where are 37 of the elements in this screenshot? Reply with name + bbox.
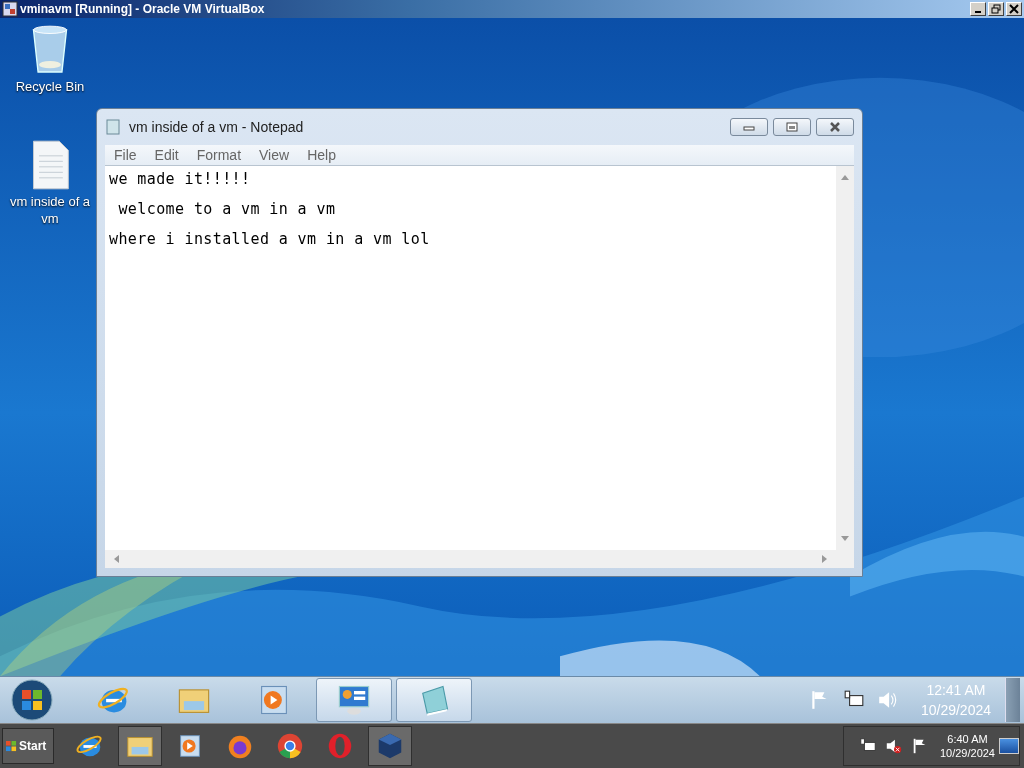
text-line: we made it!!!!! — [108, 168, 251, 190]
window-title: vminavm [Running] - Oracle VM VirtualBox — [20, 1, 265, 16]
restore-icon — [991, 3, 1001, 14]
close-icon — [829, 121, 841, 132]
text-line: where i installed a vm in a vm lol — [108, 228, 430, 250]
menu-item[interactable]: File — [105, 146, 146, 163]
restore-button[interactable] — [988, 1, 1004, 16]
minimize-icon — [975, 10, 981, 13]
menu-item[interactable]: Format — [187, 146, 251, 163]
muted-speaker-icon[interactable] — [884, 737, 903, 756]
menu-item[interactable]: View — [250, 146, 299, 163]
vertical-scrollbar[interactable] — [836, 165, 854, 550]
clock-date[interactable]: 10/29/2024 — [939, 746, 995, 761]
desktop-icon-label[interactable]: vm inside of a vm — [0, 192, 100, 227]
start-button[interactable]: Start — [2, 728, 54, 765]
scroll-down-icon[interactable] — [841, 535, 849, 542]
text-line: welcome to a vm in a vm — [117, 198, 336, 220]
taskbar-button[interactable] — [118, 726, 162, 767]
close-button[interactable] — [816, 117, 854, 136]
clock-time[interactable]: 6:40 AM — [947, 732, 988, 747]
scroll-up-icon[interactable] — [841, 173, 849, 180]
menu-item[interactable]: Edit — [145, 146, 188, 163]
start-orb-icon[interactable] — [10, 678, 54, 723]
notepad-icon — [105, 118, 121, 135]
desktop-icon-label[interactable]: Recycle Bin — [0, 77, 100, 95]
scroll-right-icon[interactable] — [822, 554, 828, 563]
close-icon — [1009, 3, 1019, 14]
menu-item[interactable]: Help — [298, 146, 345, 163]
scroll-left-icon[interactable] — [113, 554, 119, 563]
maximize-button[interactable] — [773, 117, 811, 136]
app-icon — [2, 0, 18, 17]
maximize-icon — [786, 121, 798, 132]
windows-logo-icon — [6, 740, 17, 752]
show-desktop-button[interactable] — [1005, 678, 1020, 723]
window-title: vm inside of a vm - Notepad — [129, 118, 304, 135]
show-desktop-button[interactable] — [999, 738, 1019, 755]
taskbar-button[interactable] — [316, 678, 392, 723]
